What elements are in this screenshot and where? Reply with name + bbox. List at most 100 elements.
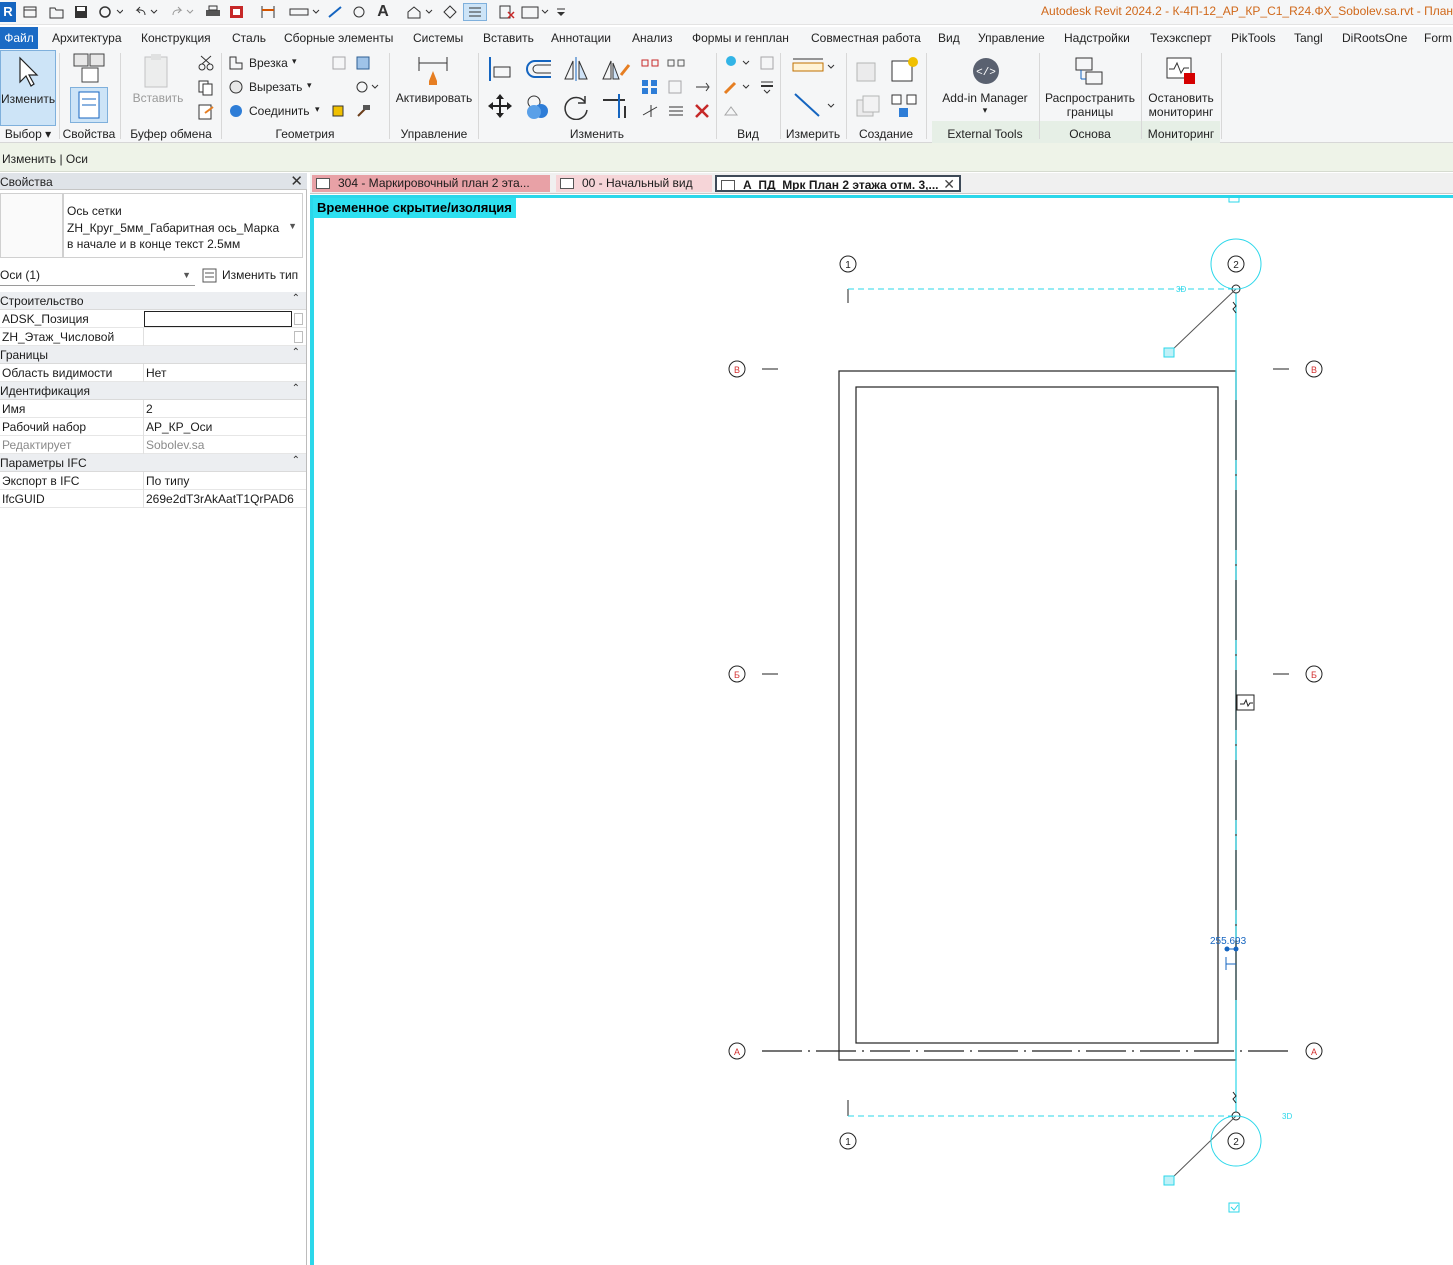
copy-tool-icon[interactable] [522,91,556,121]
mirror-axis-icon[interactable] [560,54,592,84]
export-icon[interactable] [228,3,246,21]
tab-architecture[interactable]: Архитектура [52,31,122,45]
tab-collaborate[interactable]: Совместная работа [811,31,921,45]
chevron-down-icon[interactable]: ▼ [182,270,191,280]
switch-windows-icon[interactable] [520,3,550,21]
propagate-extents-label-1[interactable]: Распространить [1040,91,1140,105]
tab-addins[interactable]: Надстройки [1064,31,1130,45]
category-construction[interactable]: Строительство ⌃ [0,292,306,310]
measure-between-icon[interactable] [790,54,838,80]
addin-manager-dropdown-icon[interactable]: ▾ [934,103,1036,117]
tab-view[interactable]: Вид [938,31,960,45]
offset-icon[interactable] [522,54,556,84]
property-value[interactable]: 269e2dT3rAkAatT1QrPAD6 [146,492,294,506]
split-icon[interactable] [640,55,660,71]
adsk-position-input[interactable] [144,311,292,327]
properties-icon[interactable] [70,87,108,123]
measure-icon[interactable] [258,3,278,21]
wall-outer[interactable] [838,370,1237,1061]
array-icon[interactable] [640,79,660,95]
copy-icon[interactable] [196,78,216,98]
tab-steel[interactable]: Сталь [232,31,266,45]
split-gap-icon[interactable] [666,55,686,71]
property-value[interactable]: Нет [146,366,166,380]
customize-icon[interactable] [554,3,568,21]
wall-joins-icon[interactable] [330,55,348,71]
lock-icon-bottom[interactable] [1163,1175,1175,1186]
print-icon[interactable] [204,3,222,21]
join-icon[interactable] [227,103,245,119]
cut-geometry-icon[interactable] [227,79,245,95]
align-tool-icon[interactable] [485,54,515,84]
tab-systems[interactable]: Системы [413,31,463,45]
pin-icon[interactable] [692,79,712,95]
collapse-icon[interactable]: ⌃ [292,347,300,358]
property-checkbox[interactable] [294,331,303,343]
paste-icon[interactable] [138,52,176,90]
collapse-icon[interactable]: ⌃ [292,293,300,304]
linework-icon[interactable] [758,79,776,95]
propagate-extents-label-2[interactable]: границы [1040,105,1140,119]
temporary-dimension-value[interactable]: 255.693 [1210,936,1247,947]
lock-icon-top[interactable] [1163,347,1175,358]
category-ifc[interactable]: Параметры IFC ⌃ [0,454,306,472]
cope-dropdown-icon[interactable]: ▾ [292,56,297,67]
property-value[interactable]: По типу [146,474,189,488]
category-extents[interactable]: Границы ⌃ [0,346,306,364]
hammer-icon[interactable] [354,103,372,119]
tab-file[interactable]: Файл [0,27,38,49]
join-dropdown-icon[interactable]: ▾ [315,104,320,115]
create-parts-icon[interactable] [888,91,922,121]
dimension-grip-icon[interactable] [1233,946,1239,952]
thin-lines-icon[interactable] [463,3,487,21]
split-face-icon[interactable] [354,79,380,95]
move-icon[interactable] [484,91,516,121]
tab-manage[interactable]: Управление [978,31,1045,45]
trim-extend-icon[interactable] [598,91,634,121]
tab-insert[interactable]: Вставить [483,31,534,45]
tab-massing-site[interactable]: Формы и генплан [692,31,789,45]
create-group-icon[interactable] [888,54,922,84]
type-selector[interactable]: Ось сетки ZH_Круг_5мм_Габаритная ось_Мар… [63,193,303,258]
match-properties-icon[interactable] [196,102,216,122]
3d-toggle-bottom[interactable]: 3D [1282,1112,1292,1121]
text-icon[interactable]: A [374,3,392,21]
element-override-icon[interactable] [722,103,740,119]
demolish-icon[interactable] [330,103,348,119]
tab-structure[interactable]: Конструкция [141,31,211,45]
3d-view-icon[interactable] [405,3,435,21]
activate-icon[interactable] [414,52,454,88]
activate-label[interactable]: Активировать [391,91,477,105]
3d-toggle-top[interactable]: 3D [1176,285,1186,294]
sync-icon[interactable] [95,3,125,21]
create-assembly-icon[interactable] [852,91,884,121]
dimension-grip-icon[interactable] [1224,946,1230,952]
modify-button[interactable]: Изменить [0,50,56,126]
category-identity[interactable]: Идентификация ⌃ [0,382,306,400]
select-dropdown[interactable]: Выбор ▾ [2,127,54,141]
trim-single-icon[interactable] [640,103,660,119]
chevron-down-icon[interactable]: ▼ [288,221,297,231]
cut-dropdown-icon[interactable]: ▾ [307,80,312,91]
stop-monitoring-icon[interactable] [1163,54,1199,88]
view-tab-active[interactable]: А_ПД_Мрк План 2 этажа отм. 3,... ✕ [715,175,961,192]
tab-analyze[interactable]: Анализ [632,31,673,45]
override-icon[interactable] [758,55,776,71]
close-icon[interactable]: ✕ [290,172,303,190]
aligned-dimension-icon[interactable] [790,89,838,121]
hide-icon[interactable] [722,55,752,71]
tab-form[interactable]: Form [1424,31,1452,45]
align-icon[interactable] [326,3,344,21]
addin-manager-icon[interactable]: </> [968,54,1004,88]
floor-plan-drawing[interactable]: 2 2 3D 3D 1 1 В В Б Б А А 255.693 [310,195,1453,1265]
revit-logo-icon[interactable]: R [0,2,16,22]
collapse-icon[interactable]: ⌃ [292,455,300,466]
propagate-extents-icon[interactable] [1072,54,1108,88]
brush-icon[interactable] [722,79,752,95]
type-properties-icon[interactable] [70,52,108,84]
delete-icon[interactable] [692,103,712,119]
view-tab[interactable]: 00 - Начальный вид [556,175,712,192]
close-icon[interactable]: ✕ [943,177,955,190]
view-tab[interactable]: 304 - Маркировочный план 2 эта... [312,175,550,192]
cope-label[interactable]: Врезка [249,56,288,70]
